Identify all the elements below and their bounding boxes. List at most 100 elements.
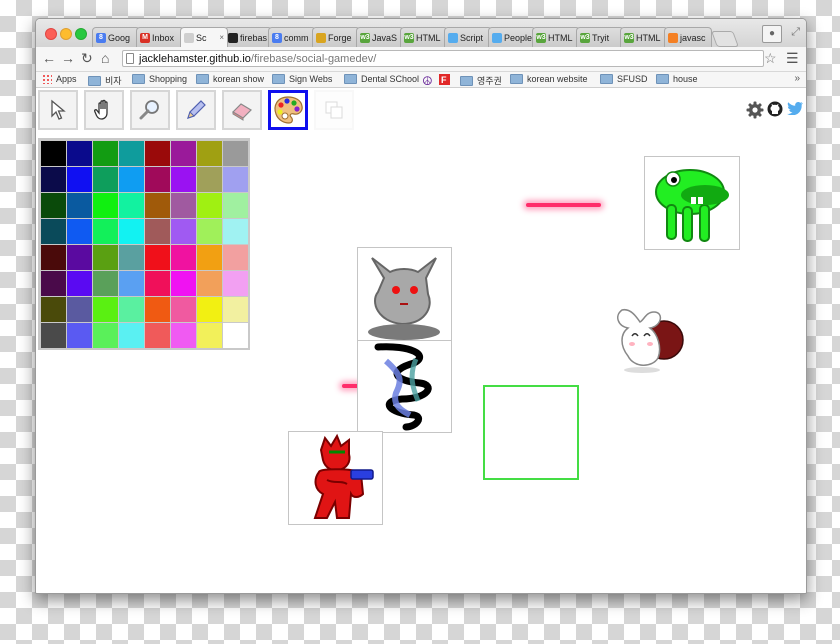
color-swatch[interactable] [223, 271, 248, 296]
bookmark-item[interactable]: Dental SChool [344, 74, 419, 84]
color-swatch[interactable] [67, 141, 92, 166]
color-swatch[interactable] [171, 245, 196, 270]
color-swatch[interactable] [197, 245, 222, 270]
frog-sprite[interactable] [644, 156, 740, 250]
color-swatch[interactable] [119, 297, 144, 322]
bookmark-item[interactable]: Apps [42, 74, 77, 84]
laser-sprite[interactable] [526, 203, 601, 207]
browser-tab[interactable]: w3 HTML [532, 27, 580, 47]
color-swatch[interactable] [93, 245, 118, 270]
bookmark-item[interactable]: korean website [510, 74, 588, 84]
color-swatch[interactable] [223, 245, 248, 270]
color-swatch[interactable] [67, 193, 92, 218]
color-swatch[interactable] [119, 141, 144, 166]
browser-tab[interactable]: w3 HTML [620, 27, 668, 47]
reload-button[interactable]: ↻ [81, 50, 93, 66]
arrow-tool[interactable] [38, 90, 78, 130]
color-swatch[interactable] [67, 271, 92, 296]
color-swatch[interactable] [223, 193, 248, 218]
palette-tool[interactable] [268, 90, 308, 130]
color-swatch[interactable] [41, 141, 66, 166]
address-bar[interactable]: jacklehamster.github.io/firebase/social-… [122, 50, 764, 67]
bookmark-item[interactable]: Shopping [132, 74, 187, 84]
color-swatch[interactable] [41, 219, 66, 244]
color-swatch[interactable] [197, 193, 222, 218]
color-swatch[interactable] [145, 167, 170, 192]
bookmark-item[interactable]: 비자 [88, 74, 122, 87]
gear-icon[interactable] [746, 101, 764, 119]
color-swatch[interactable] [41, 323, 66, 348]
color-swatch[interactable] [93, 219, 118, 244]
bookmark-item[interactable]: 영주권 [460, 74, 502, 87]
twitter-icon[interactable] [787, 101, 803, 115]
browser-tab[interactable]: w3 JavaS [356, 27, 404, 47]
swirl-sprite[interactable] [357, 340, 452, 433]
color-swatch[interactable] [145, 297, 170, 322]
color-swatch[interactable] [223, 167, 248, 192]
color-swatch[interactable] [93, 167, 118, 192]
color-swatch[interactable] [41, 167, 66, 192]
browser-tab[interactable]: M Inbox [136, 27, 184, 47]
color-swatch[interactable] [41, 297, 66, 322]
color-swatch[interactable] [119, 271, 144, 296]
close-tab-icon[interactable]: × [219, 33, 224, 42]
hand-tool[interactable] [84, 90, 124, 130]
color-swatch[interactable] [119, 323, 144, 348]
bookmark-star-icon[interactable]: ☆ [764, 50, 777, 67]
browser-tab[interactable]: w3 HTML [400, 27, 448, 47]
back-button[interactable]: ← [42, 50, 56, 66]
color-swatch[interactable] [67, 323, 92, 348]
cat-sprite[interactable] [357, 247, 452, 341]
pencil-tool[interactable] [176, 90, 216, 130]
color-swatch[interactable] [197, 167, 222, 192]
color-swatch[interactable] [197, 141, 222, 166]
color-swatch[interactable] [93, 323, 118, 348]
github-icon[interactable] [767, 101, 783, 117]
color-swatch[interactable] [67, 167, 92, 192]
color-swatch[interactable] [145, 245, 170, 270]
color-swatch[interactable] [197, 219, 222, 244]
browser-tab[interactable]: firebas [224, 27, 272, 47]
color-swatch[interactable] [93, 141, 118, 166]
forward-button[interactable]: → [61, 50, 75, 66]
close-window-button[interactable] [45, 28, 57, 40]
color-swatch[interactable] [171, 271, 196, 296]
fullscreen-icon[interactable]: ⤢ [791, 26, 800, 39]
color-swatch[interactable] [41, 245, 66, 270]
profile-button[interactable]: ● [762, 25, 782, 43]
minimize-window-button[interactable] [60, 28, 72, 40]
color-swatch[interactable] [41, 271, 66, 296]
color-swatch[interactable] [145, 141, 170, 166]
color-swatch[interactable] [223, 141, 248, 166]
browser-tab[interactable]: Forge [312, 27, 360, 47]
color-swatch[interactable] [223, 219, 248, 244]
color-swatch[interactable] [145, 193, 170, 218]
browser-tab[interactable]: w3 Tryit [576, 27, 624, 47]
new-tab-button[interactable] [711, 31, 739, 47]
bookmark-item[interactable]: ☮ [422, 74, 433, 88]
copy-tool[interactable] [314, 90, 354, 130]
bookmark-item[interactable]: F [439, 74, 456, 85]
color-swatch[interactable] [145, 219, 170, 244]
color-swatch[interactable] [145, 323, 170, 348]
color-swatch[interactable] [171, 323, 196, 348]
color-swatch[interactable] [223, 323, 248, 348]
color-swatch[interactable] [171, 219, 196, 244]
browser-tab[interactable]: 8 Goog [92, 27, 140, 47]
eraser-tool[interactable] [222, 90, 262, 130]
color-swatch[interactable] [171, 167, 196, 192]
color-swatch[interactable] [93, 297, 118, 322]
color-swatch[interactable] [119, 245, 144, 270]
fighter-sprite[interactable] [288, 431, 383, 525]
color-swatch[interactable] [93, 193, 118, 218]
color-swatch[interactable] [145, 271, 170, 296]
color-swatch[interactable] [67, 297, 92, 322]
color-swatch[interactable] [119, 219, 144, 244]
color-swatch[interactable] [41, 193, 66, 218]
selection-box[interactable] [483, 385, 579, 480]
more-bookmarks-button[interactable]: » [794, 73, 800, 84]
color-swatch[interactable] [119, 193, 144, 218]
color-swatch[interactable] [197, 297, 222, 322]
color-swatch[interactable] [197, 323, 222, 348]
color-swatch[interactable] [67, 219, 92, 244]
